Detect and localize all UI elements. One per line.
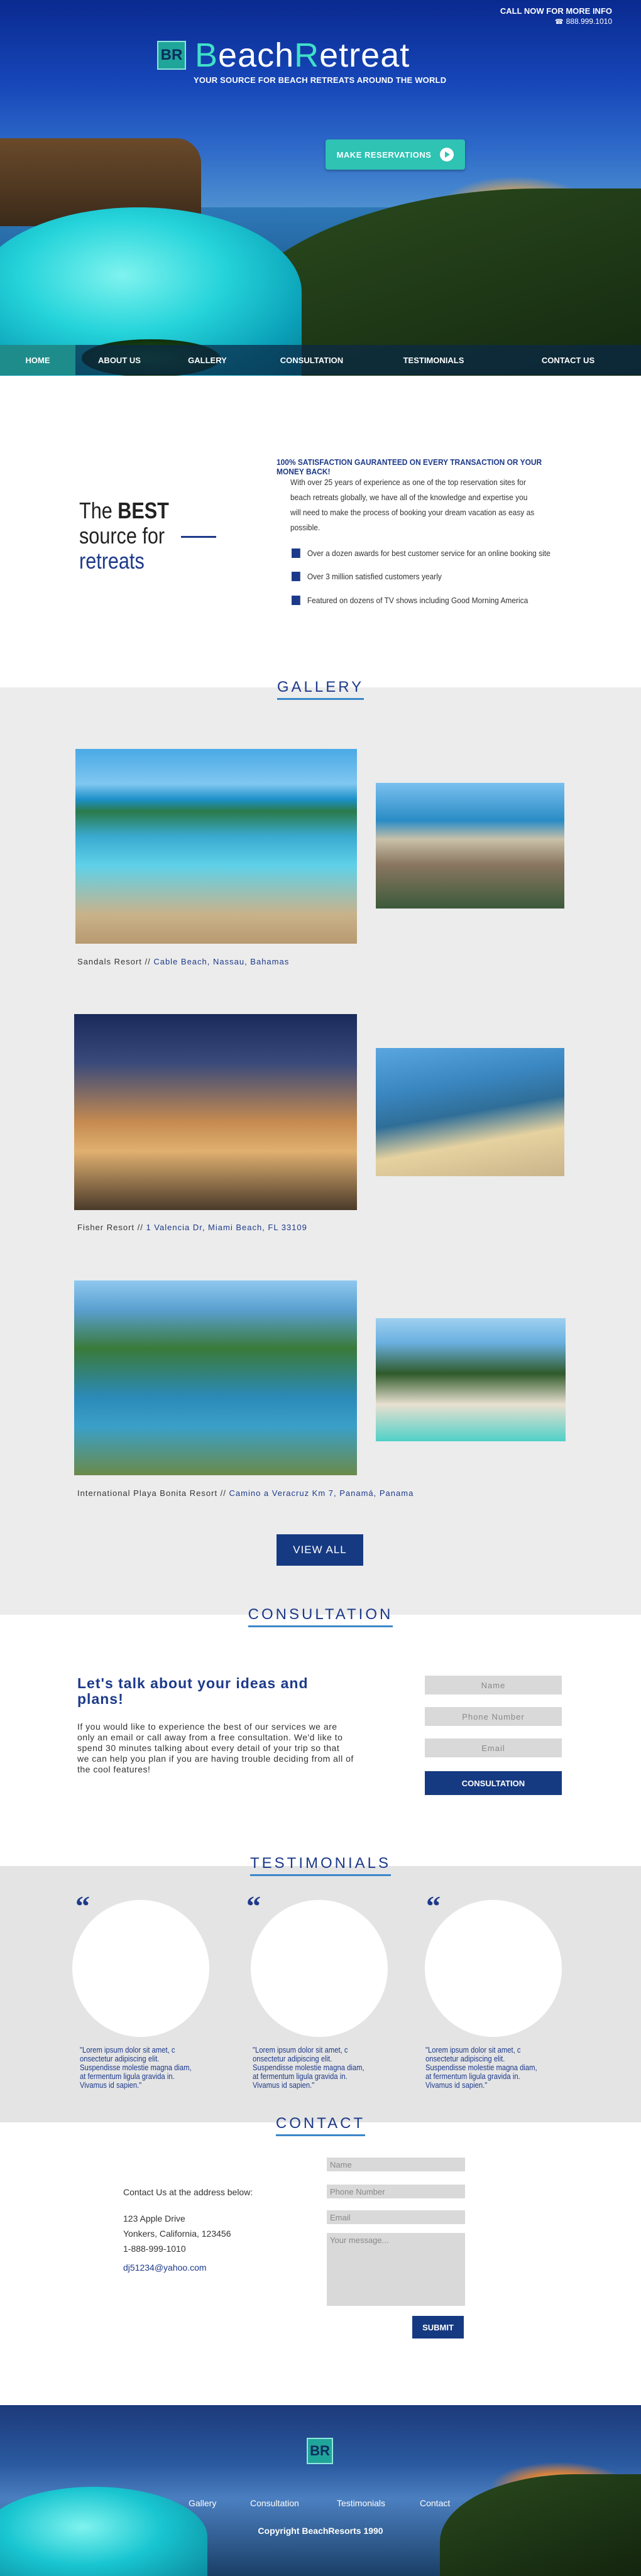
- testimonial-quote: "Lorem ipsum dolor sit amet, c onsectetu…: [253, 2046, 364, 2090]
- footer-link-gallery[interactable]: Gallery: [189, 2498, 216, 2508]
- footer-link-contact[interactable]: Contact: [420, 2498, 450, 2508]
- phone-link[interactable]: 888.999.1010: [566, 17, 612, 26]
- gallery-caption: Sandals Resort // Cable Beach, Nassau, B…: [77, 957, 290, 966]
- contact-street: 123 Apple Drive: [123, 2213, 185, 2224]
- square-bullet-icon: [292, 596, 300, 605]
- consultation-button[interactable]: CONSULTATION: [425, 1771, 562, 1795]
- site-logo[interactable]: BR BeachRetreat: [157, 36, 410, 74]
- consultation-body: If you would like to experience the best…: [77, 1722, 354, 1774]
- logo-text: BeachRetreat: [195, 36, 410, 74]
- testimonial-avatar: [251, 1900, 388, 2037]
- gallery-title: GALLERY: [0, 679, 641, 700]
- testimonial-quote: "Lorem ipsum dolor sit amet, c onsectetu…: [80, 2046, 192, 2090]
- nav-about-us[interactable]: ABOUT US: [75, 345, 163, 375]
- consult-phone-field[interactable]: Phone Number: [425, 1707, 562, 1726]
- contact-message-field[interactable]: Your message...: [327, 2233, 465, 2306]
- contact-label: Contact Us at the address below:: [123, 2187, 253, 2197]
- nav-consultation[interactable]: CONSULTATION: [251, 345, 372, 375]
- square-bullet-icon: [292, 548, 300, 558]
- play-icon: [440, 148, 454, 161]
- nav-contact-us[interactable]: CONTACT US: [495, 345, 641, 375]
- heading-rule: [181, 536, 216, 538]
- gallery-image-fisher-beach[interactable]: [376, 1048, 564, 1176]
- call-info: CALL NOW FOR MORE INFO ☎ 888.999.1010: [500, 6, 612, 28]
- gallery-image-playa-pool[interactable]: [74, 1280, 357, 1475]
- nav-testimonials[interactable]: TESTIMONIALS: [372, 345, 495, 375]
- consultation-heading: Let's talk about your ideas and plans!: [77, 1675, 309, 1707]
- contact-phone: 1-888-999-1010: [123, 2244, 186, 2254]
- nav-home[interactable]: HOME: [0, 345, 75, 375]
- call-label: CALL NOW FOR MORE INFO: [500, 6, 612, 16]
- testimonials-title: TESTIMONIALS: [0, 1855, 641, 1876]
- footer-logo-badge[interactable]: BR: [307, 2438, 333, 2464]
- footer: [0, 2405, 641, 2576]
- consult-email-field[interactable]: Email: [425, 1738, 562, 1757]
- gallery-image-playa-resort[interactable]: [376, 1318, 566, 1441]
- square-bullet-icon: [292, 572, 300, 581]
- logo-badge: BR: [157, 41, 186, 70]
- submit-button[interactable]: SUBMIT: [412, 2316, 464, 2339]
- gallery-image-sandals-pool[interactable]: [75, 749, 357, 944]
- bullet-item: Over a dozen awards for best customer se…: [292, 548, 551, 558]
- phone-icon: ☎: [554, 18, 564, 26]
- gallery-caption: Fisher Resort // 1 Valencia Dr, Miami Be…: [77, 1223, 307, 1232]
- footer-cliff: [440, 2474, 641, 2576]
- guarantee-text: 100% SATISFACTION GAURANTEED ON EVERY TR…: [277, 457, 542, 476]
- contact-title: CONTACT: [0, 2115, 641, 2136]
- consultation-title: CONSULTATION: [0, 1606, 641, 1627]
- testimonial-avatar: [72, 1900, 209, 2037]
- contact-email-link[interactable]: dj51234@yahoo.com: [123, 2261, 207, 2274]
- contact-city: Yonkers, California, 123456: [123, 2229, 231, 2239]
- main-nav: HOME ABOUT US GALLERY CONSULTATION TESTI…: [0, 345, 641, 375]
- quote-icon: “: [426, 1890, 441, 1922]
- view-all-button[interactable]: VIEW ALL: [277, 1534, 363, 1566]
- gallery-image-sandals-deck[interactable]: [376, 783, 564, 909]
- testimonial-quote: "Lorem ipsum dolor sit amet, c onsectetu…: [425, 2046, 537, 2090]
- quote-icon: “: [75, 1890, 90, 1922]
- footer-link-testimonials[interactable]: Testimonials: [337, 2498, 385, 2508]
- bullet-item: Featured on dozens of TV shows including…: [292, 596, 528, 605]
- gallery-caption: International Playa Bonita Resort // Cam…: [77, 1488, 414, 1498]
- intro-text: With over 25 years of experience as one …: [290, 478, 535, 532]
- consult-name-field[interactable]: Name: [425, 1676, 562, 1695]
- quote-icon: “: [246, 1890, 261, 1922]
- best-heading: The BEST source for retreats: [79, 498, 216, 574]
- contact-phone-field[interactable]: Phone Number: [327, 2185, 465, 2198]
- footer-link-consultation[interactable]: Consultation: [250, 2498, 299, 2508]
- tagline: YOUR SOURCE FOR BEACH RETREATS AROUND TH…: [194, 75, 447, 85]
- gallery-image-fisher-dining[interactable]: [74, 1014, 357, 1210]
- copyright: Copyright BeachResorts 1990: [258, 2526, 383, 2536]
- testimonial-avatar: [425, 1900, 562, 2037]
- nav-gallery[interactable]: GALLERY: [163, 345, 251, 375]
- bullet-item: Over 3 million satisfied customers yearl…: [292, 572, 442, 581]
- make-reservations-button[interactable]: MAKE RESERVATIONS: [326, 139, 465, 170]
- contact-name-field[interactable]: Name: [327, 2158, 465, 2171]
- contact-email-field[interactable]: Email: [327, 2210, 465, 2224]
